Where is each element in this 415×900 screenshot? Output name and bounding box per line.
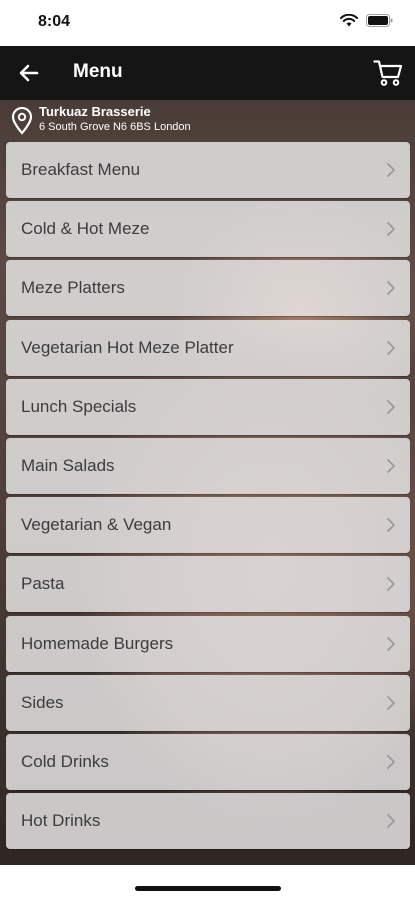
menu-item-vegetarian-hot-meze-platter[interactable]: Vegetarian Hot Meze Platter [6, 319, 410, 376]
menu-item-label: Main Salads [21, 455, 115, 475]
chevron-right-icon [387, 281, 395, 296]
chevron-right-icon [387, 814, 395, 828]
status-icons [340, 14, 393, 27]
status-time: 8:04 [38, 13, 71, 30]
menu-item-label: Vegetarian Hot Meze Platter [21, 337, 234, 357]
chevron-right-icon [387, 695, 395, 710]
menu-list: Breakfast Menu Cold & Hot Meze Meze Plat… [6, 142, 410, 852]
chevron-right-icon [387, 754, 395, 769]
restaurant-info: Turkuaz Brasserie 6 South Grove N6 6BS L… [0, 100, 415, 140]
menu-item-label: Cold Drinks [21, 751, 109, 771]
menu-item-label: Meze Platters [21, 278, 125, 298]
chevron-right-icon [387, 399, 395, 414]
chevron-right-icon [387, 518, 395, 533]
menu-item-sides[interactable]: Sides [6, 674, 410, 731]
chevron-right-icon [387, 222, 395, 237]
menu-item-main-salads[interactable]: Main Salads [6, 437, 410, 494]
menu-content[interactable]: Turkuaz Brasserie 6 South Grove N6 6BS L… [0, 100, 415, 865]
chevron-right-icon [387, 459, 395, 473]
restaurant-address: 6 South Grove N6 6BS London [39, 121, 191, 133]
chevron-right-icon [387, 340, 395, 355]
menu-item-label: Cold & Hot Meze [21, 219, 150, 239]
menu-item-label: Sides [21, 692, 64, 712]
menu-item-label: Lunch Specials [21, 396, 137, 416]
menu-item-pasta[interactable]: Pasta [6, 556, 410, 613]
menu-item-cold-hot-meze[interactable]: Cold & Hot Meze [6, 201, 410, 258]
menu-item-label: Vegetarian & Vegan [21, 515, 172, 535]
menu-item-label: Homemade Burgers [21, 633, 174, 653]
chevron-right-icon [387, 163, 395, 177]
menu-item-meze-platters[interactable]: Meze Platters [6, 260, 410, 317]
menu-item-lunch-specials[interactable]: Lunch Specials [6, 378, 410, 435]
chevron-right-icon [387, 636, 395, 651]
page-title: Menu [73, 61, 123, 82]
menu-item-vegetarian-vegan[interactable]: Vegetarian & Vegan [6, 497, 410, 554]
arrow-left-icon [19, 64, 39, 82]
menu-item-breakfast-menu[interactable]: Breakfast Menu [6, 142, 410, 198]
cart-icon [373, 60, 403, 86]
bottom-bar [0, 865, 415, 900]
back-button[interactable] [14, 58, 44, 88]
menu-item-homemade-burgers[interactable]: Homemade Burgers [6, 615, 410, 672]
menu-item-hot-drinks[interactable]: Hot Drinks [6, 793, 410, 850]
app-bar: Menu [0, 46, 415, 100]
restaurant-name: Turkuaz Brasserie [39, 104, 151, 119]
battery-icon [366, 14, 393, 27]
home-indicator[interactable] [135, 886, 281, 891]
cart-button[interactable] [371, 56, 405, 90]
location-pin-icon [11, 107, 33, 135]
status-bar: 8:04 [0, 0, 415, 46]
menu-item-label: Hot Drinks [21, 811, 101, 831]
menu-item-label: Pasta [21, 574, 65, 594]
menu-item-cold-drinks[interactable]: Cold Drinks [6, 733, 410, 790]
wifi-icon [340, 14, 358, 27]
menu-item-label: Breakfast Menu [21, 160, 141, 179]
chevron-right-icon [387, 577, 395, 592]
